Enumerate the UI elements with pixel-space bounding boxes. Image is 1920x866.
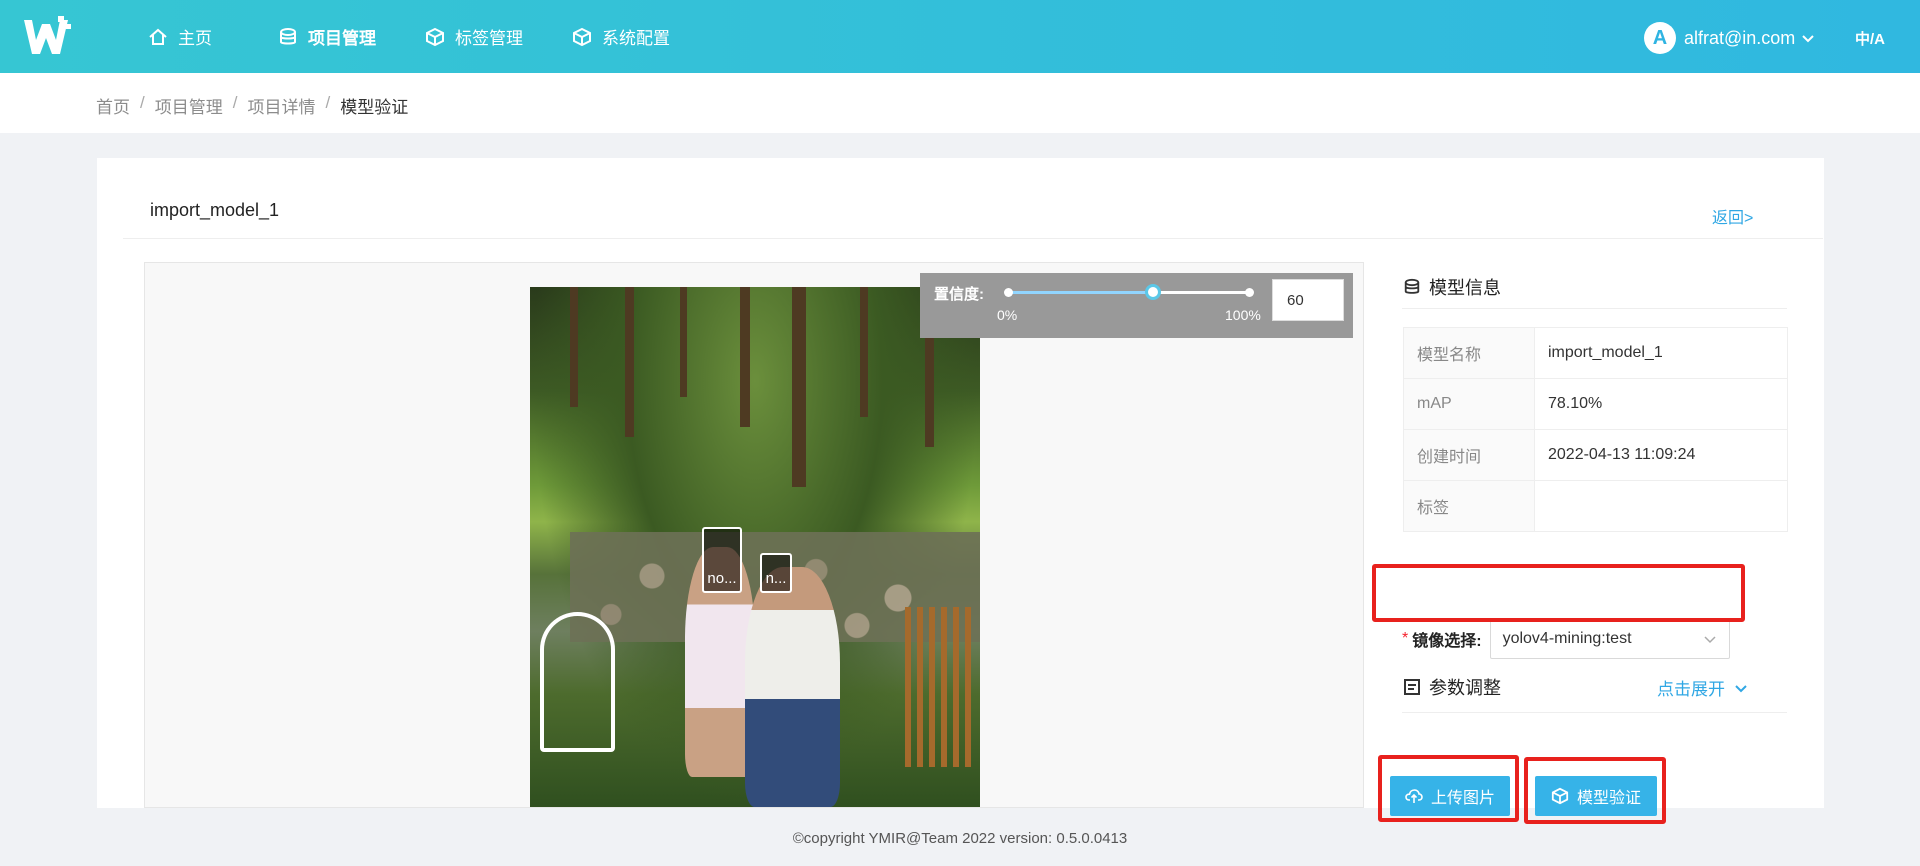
chevron-down-icon [1704,636,1716,644]
expand-label: 点击展开 [1657,680,1725,699]
divider [1402,712,1787,713]
chevron-down-icon [1802,35,1815,43]
breadcrumb-separator: / [140,93,145,112]
table-row: 标签 [1403,480,1788,532]
image-select-label: 镜像选择: [1412,633,1482,650]
detection-box[interactable]: n... [760,553,792,593]
slider-handle[interactable] [1145,284,1162,300]
slider-max-label: 100% [1225,307,1261,323]
info-key: 模型名称 [1403,327,1535,379]
cube-icon [426,27,444,46]
expand-params-link[interactable]: 点击展开 [1657,675,1749,700]
breadcrumb-bar: 首页 / 项目管理 / 项目详情 / 模型验证 [0,73,1920,133]
info-key: mAP [1403,378,1535,430]
confidence-panel: 置信度: 0% 100% 60 [920,273,1353,338]
info-key: 标签 [1403,480,1535,532]
nav-project-management[interactable]: 项目管理 [278,0,376,73]
user-email: alfrat@in.com [1684,27,1796,48]
footer: ©copyright YMIR@Team 2022 version: 0.5.0… [792,830,1128,847]
list-icon [1404,679,1420,695]
nav-home-label: 主页 [178,29,212,48]
info-value [1534,480,1788,532]
required-mark: * [1402,630,1409,647]
image-select-value: yolov4-mining:test [1502,630,1632,647]
translate-icon[interactable]: 中/A [1855,28,1885,49]
nav-label-management[interactable]: 标签管理 [425,0,523,73]
cube-icon [573,27,591,46]
table-row: 模型名称 import_model_1 [1403,327,1788,379]
nav-system-config-label: 系统配置 [602,29,670,48]
confidence-input[interactable]: 60 [1272,279,1344,321]
breadcrumb-home[interactable]: 首页 [96,93,130,118]
breadcrumb: 首页 / 项目管理 / 项目详情 / 模型验证 [96,93,408,118]
slider-max-dot [1245,288,1254,297]
highlight-box [1524,757,1666,824]
breadcrumb-separator: / [325,93,331,112]
slider-min-label: 0% [997,307,1018,323]
breadcrumb-current: 模型验证 [340,98,409,117]
info-value: 2022-04-13 11:09:24 [1534,429,1788,481]
info-value: import_model_1 [1534,327,1788,379]
image-viewer: no... n... 置信度: 0% 100% 60 [144,262,1364,808]
highlight-box [1378,755,1519,822]
back-link[interactable]: 返回> [1712,204,1753,228]
model-verify-card: import_model_1 返回> no... n... 置信度: 0% 10… [97,158,1824,808]
nav-project-management-label: 项目管理 [308,29,376,48]
top-navbar: 主页 项目管理 标签管理 系统配置 A alfrat@in.com 中/A [0,0,1920,73]
model-info-heading: 模型信息 [1403,274,1501,300]
divider [1402,308,1787,309]
info-key: 创建时间 [1403,429,1535,481]
app-logo[interactable] [20,14,72,60]
nav-label-management-label: 标签管理 [455,29,523,48]
breadcrumb-project-management[interactable]: 项目管理 [155,93,223,118]
params-title: 参数调整 [1429,678,1501,698]
nav-system-config[interactable]: 系统配置 [572,0,670,73]
table-row: mAP 78.10% [1403,378,1788,430]
chevron-down-icon [1735,684,1747,692]
detection-label: no... [707,570,737,587]
home-icon [149,28,167,45]
detection-box[interactable]: no... [702,527,742,593]
confidence-label: 置信度: [934,286,984,303]
slider-min-dot [1004,288,1013,297]
info-value: 78.10% [1534,378,1788,430]
detection-label: n... [765,570,787,587]
image-select-row: * 镜像选择: yolov4-mining:test [1402,619,1730,659]
nav-home[interactable]: 主页 [148,0,212,73]
highlight-box [1372,564,1745,622]
breadcrumb-separator: / [232,93,238,112]
verification-image: no... n... [530,287,980,807]
image-select[interactable]: yolov4-mining:test [1489,619,1730,659]
breadcrumb-project-detail[interactable]: 项目详情 [247,93,315,118]
slider-fill [1008,291,1154,294]
confidence-slider[interactable] [1004,284,1254,300]
model-info-table: 模型名称 import_model_1 mAP 78.10% 创建时间 2022… [1403,327,1788,532]
table-row: 创建时间 2022-04-13 11:09:24 [1403,429,1788,481]
page-title: import_model_1 [150,200,280,220]
avatar: A [1644,22,1676,54]
database-icon [1404,278,1420,294]
divider [123,238,1823,239]
user-menu[interactable]: A alfrat@in.com [1644,22,1815,54]
database-icon [280,27,296,44]
model-info-title: 模型信息 [1429,278,1501,298]
params-heading: 参数调整 [1403,674,1501,700]
